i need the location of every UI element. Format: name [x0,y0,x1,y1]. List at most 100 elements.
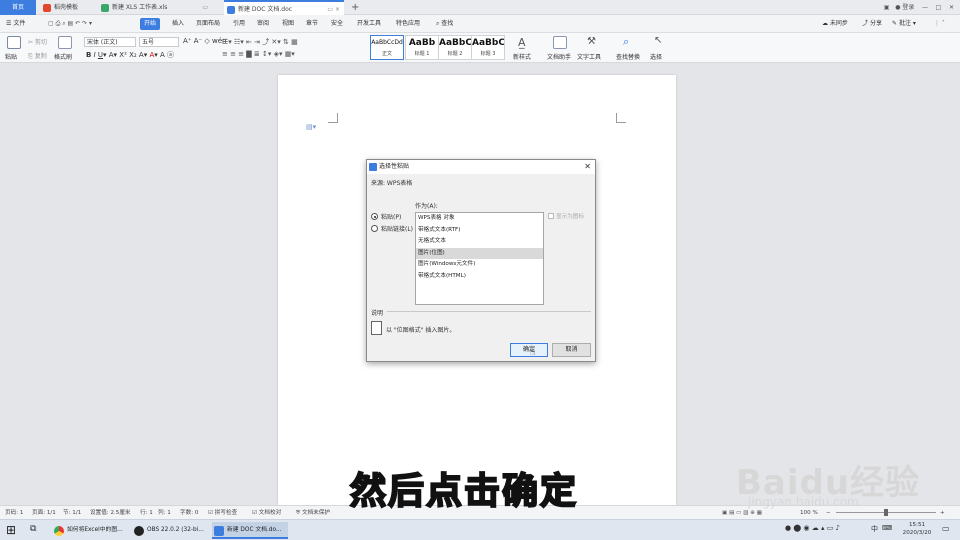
menu-developer[interactable]: 开发工具 [353,18,385,30]
menu-page-layout[interactable]: 页面布局 [192,18,224,30]
list-item[interactable]: 无格式文本 [416,236,543,248]
wrench-icon[interactable]: ⚒ [587,36,596,47]
description-label: 说明 [371,310,384,317]
close-icon[interactable]: ✕ [584,160,591,174]
task-view-icon[interactable]: ⧉ [30,524,36,534]
doc-assistant-button[interactable]: 文档助手 [547,52,571,61]
doc-assistant-icon[interactable] [553,36,567,49]
notification-icon[interactable]: ▭ [942,524,950,533]
cursor-icon[interactable]: ↖ [654,35,662,46]
paste-link-radio[interactable] [371,225,378,232]
user-icon[interactable]: ● [895,4,900,11]
zoom-slider-handle[interactable] [884,509,888,516]
status-section[interactable]: 节: 1/1 [63,506,81,520]
maximize-icon[interactable]: □ [936,4,942,11]
menu-references[interactable]: 引用 [229,18,249,30]
font-format-tools[interactable]: B I U▾ A▾ X² X₂ A▾ A▾ A ⓐ [86,50,174,60]
proofread[interactable]: ☑ 文档校对 [252,506,281,520]
menu-home[interactable]: 开始 [140,18,161,30]
menu-review[interactable]: 审阅 [253,18,273,30]
zoom-in-icon[interactable]: + [940,506,945,520]
new-tab-button[interactable]: + [351,0,359,15]
taskbar-chrome[interactable]: 如何将Excel中的图... [52,522,128,539]
find-icon[interactable]: ⌕ [623,35,629,49]
cancel-button[interactable]: 取消 [552,343,591,357]
paste-radio-label[interactable]: 粘贴(P) [381,212,401,221]
style-heading-3[interactable]: AaBbC 标题 3 [471,35,505,60]
tab-home[interactable]: 首页 [0,0,36,15]
new-style-icon[interactable]: A̲ [518,36,526,49]
keyboard-icon[interactable]: ⌨ [882,524,892,532]
windows-start-icon[interactable]: ⊞ [6,523,16,537]
layout-icon[interactable]: ▣ [884,4,890,11]
font-size-select[interactable]: 五号 [139,37,179,47]
list-item[interactable]: WPS表格 对象 [416,213,543,225]
style-heading-1[interactable]: AaBb 标题 1 [405,35,439,60]
taskbar-obs[interactable]: OBS 22.0.2 (32-bi... [132,522,208,539]
tab-docer-templates[interactable]: 稻壳模板 [40,0,96,15]
menu-special[interactable]: 特色应用 [392,18,424,30]
hamburger-icon: ☰ [6,20,12,27]
list-item[interactable]: 图片(Windows元文件) [416,259,543,271]
new-style-button[interactable]: 新样式 [513,52,531,61]
menu-bar: ☰ 文件 ▢ ⎙ ⌕ ▤ ↶ ↷ ▾ 开始 插入 页面布局 引用 审阅 视图 章… [0,15,960,33]
docer-icon [43,4,51,12]
paste-options-icon[interactable]: ▤▾ [306,123,316,131]
menu-chapter[interactable]: 章节 [302,18,322,30]
paste-as-listbox[interactable]: WPS表格 对象 带格式文本(RTF) 无格式文本 图片(位图) 图片(Wind… [415,212,544,305]
status-setting[interactable]: 设置值: 2.5厘米 [90,506,131,520]
quick-access-toolbar[interactable]: ▢ ⎙ ⌕ ▤ ↶ ↷ ▾ [44,18,96,30]
paragraph-tools-top[interactable]: ☰▾ ☷▾ ⇤ ⇥ ⤴ ✕▾ ⇅ ▦ [222,37,298,47]
clock[interactable]: 15:51 2020/3/20 [898,521,936,537]
tab-xls-file[interactable]: 新建 XLS 工作表.xls ▭ [98,0,212,15]
status-words[interactable]: 字数: 0 [180,506,198,520]
tab-doc-file[interactable]: 新建 DOC 文档.doc ▭ × [224,0,344,15]
system-tray-icons[interactable]: ● ⬤ ◉ ☁ ▴ ▭ ♪ [785,524,840,532]
paragraph-tools-bottom[interactable]: ≡ ≡ ≡ ▇ ≣ ↕▾ ◈▾ ▦▾ [222,50,295,58]
ok-button[interactable]: 确定 [510,343,548,357]
menu-view[interactable]: 视图 [278,18,298,30]
find-replace-button[interactable]: 查找替换 [616,52,640,61]
paste-button[interactable]: 粘贴 [5,52,17,61]
search-box[interactable]: ⌕ 查找 [432,18,457,30]
clipboard-icon [371,321,382,335]
paste-link-radio-label[interactable]: 粘贴链接(L) [381,224,413,233]
comment-button[interactable]: ✎ 批注 ▾ [888,18,920,30]
menu-insert[interactable]: 插入 [168,18,188,30]
list-item[interactable]: 带格式文本(HTML) [416,271,543,283]
format-painter-button[interactable]: 格式刷 [54,52,72,61]
style-heading-2[interactable]: AaBbC 标题 2 [438,35,472,60]
menu-file[interactable]: ☰ 文件 [2,18,29,30]
ime-indicator[interactable]: 中 [871,524,878,534]
paste-radio[interactable] [371,213,378,220]
list-item[interactable]: 带格式文本(RTF) [416,225,543,237]
style-normal[interactable]: AaBbCcDd 正文 [370,35,404,60]
format-painter-icon[interactable] [58,36,72,49]
spell-check-icon: ☑ [208,510,214,516]
status-col[interactable]: 列: 1 [158,506,171,520]
taskbar-wps[interactable]: 新建 DOC 文档.do... [212,522,288,539]
copy-button[interactable]: ⎘ 复制 [28,51,47,61]
status-pages[interactable]: 页面: 1/1 [32,506,56,520]
font-size-tools[interactable]: A⁺ A⁻ ◇ wén [183,37,227,45]
status-page[interactable]: 页码: 1 [5,506,23,520]
close-icon[interactable]: ▭ [202,0,208,15]
status-row[interactable]: 行: 1 [140,506,153,520]
list-item-selected[interactable]: 图片(位图) [416,247,543,259]
show-as-icon-checkbox[interactable] [548,213,554,219]
sync-status[interactable]: ☁ 未同步 [818,18,852,30]
menu-security[interactable]: 安全 [327,18,347,30]
share-button[interactable]: ⤴ 分享 [858,18,886,30]
paste-icon[interactable] [7,36,21,49]
text-tools-button[interactable]: 文字工具 [577,52,601,61]
font-name-select[interactable]: 宋体 (正文) [84,37,136,47]
cut-button[interactable]: ✂ 剪切 [28,37,47,46]
cloud-icon: ☁ [822,20,828,27]
minimize-icon[interactable]: — [922,4,928,11]
close-window-icon[interactable]: ✕ [949,4,954,11]
spell-check[interactable]: ☑ 拼写检查 [208,506,237,520]
doc-protection[interactable]: ⛨ 文档未保护 [296,506,330,520]
select-button[interactable]: 选择 [650,52,662,61]
document-icon [227,6,235,14]
more-icon[interactable]: ⋮ ˄ [930,18,949,30]
